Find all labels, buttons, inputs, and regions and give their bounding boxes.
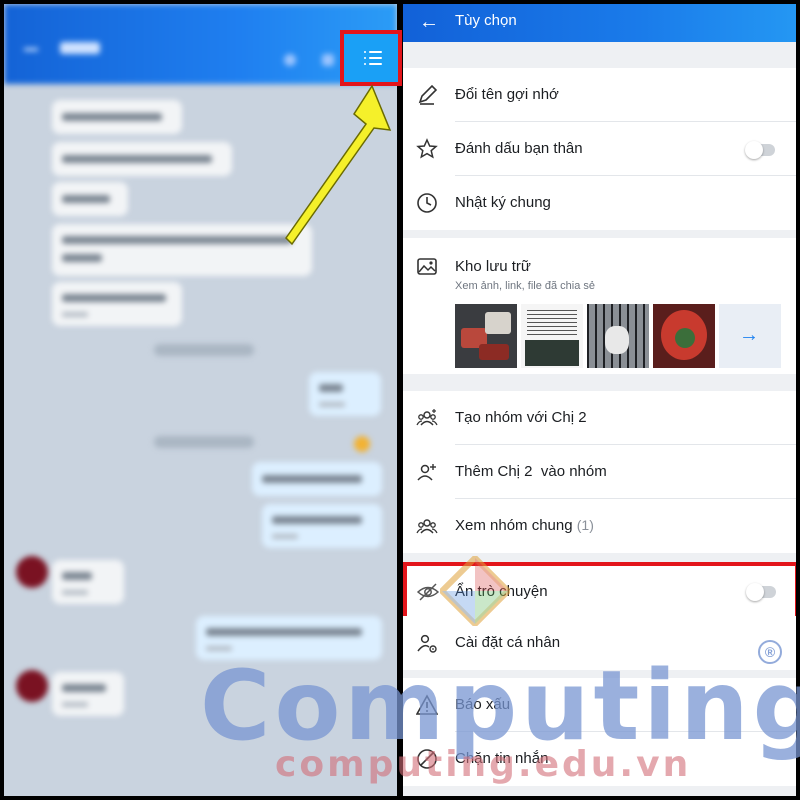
chat-header xyxy=(4,4,397,84)
menu-item-label: Nhật ký chung xyxy=(455,194,551,211)
message-bubble-sent xyxy=(262,504,382,548)
back-icon[interactable] xyxy=(24,48,38,51)
menu-item-shared-diary[interactable]: Nhật ký chung xyxy=(403,176,796,230)
mark-friend-toggle[interactable] xyxy=(745,141,775,159)
message-bubble-sent xyxy=(252,462,382,496)
watermark-url: computing.edu.vn xyxy=(275,744,692,785)
menu-item-label: Đổi tên gợi nhớ xyxy=(455,86,559,103)
thumbnail-image[interactable] xyxy=(587,304,649,368)
menu-item-rename[interactable]: Đổi tên gợi nhớ xyxy=(403,68,796,122)
clock-icon xyxy=(417,193,437,213)
thumbnail-image[interactable] xyxy=(521,304,583,368)
image-icon xyxy=(417,258,437,275)
date-separator xyxy=(154,344,254,356)
menu-item-label: Đánh dấu bạn thân xyxy=(455,140,583,157)
message-bubble xyxy=(52,672,124,716)
menu-list-icon xyxy=(364,51,382,65)
menu-item-label: Tạo nhóm với Chị 2 xyxy=(455,409,587,426)
menu-item-mark-friend[interactable]: Đánh dấu bạn thân xyxy=(403,122,796,176)
pencil-icon xyxy=(418,84,438,105)
menu-item-label: Thêm Chị 2 vào nhóm xyxy=(455,463,607,480)
storage-more-button[interactable]: → xyxy=(719,304,781,368)
message-bubble xyxy=(52,100,182,134)
star-icon xyxy=(416,138,438,159)
watermark-logo xyxy=(440,556,510,626)
back-arrow-icon[interactable]: ← xyxy=(419,10,439,34)
options-menu-button[interactable] xyxy=(340,30,402,86)
call-icon[interactable] xyxy=(284,54,296,66)
contact-name xyxy=(60,42,100,54)
options-header: ← Tùy chọn xyxy=(403,4,796,42)
menu-item-create-group[interactable]: Tạo nhóm với Chị 2 xyxy=(403,391,796,445)
message-bubble xyxy=(52,142,232,176)
video-icon[interactable] xyxy=(322,54,334,66)
watermark-registered: ® xyxy=(758,640,782,664)
eye-off-icon xyxy=(416,583,440,601)
group-icon xyxy=(416,519,438,534)
date-separator xyxy=(154,436,254,448)
storage-subtitle: Xem ảnh, link, file đã chia sẻ xyxy=(455,280,596,292)
group-add-icon xyxy=(416,409,438,426)
avatar xyxy=(16,670,48,702)
reaction-emoji xyxy=(354,436,370,452)
hide-chat-toggle[interactable] xyxy=(746,583,776,601)
page-title: Tùy chọn xyxy=(455,12,517,29)
message-bubble xyxy=(52,182,128,216)
storage-thumbnails: → xyxy=(455,304,787,368)
avatar xyxy=(16,556,48,588)
menu-item-add-to-group[interactable]: Thêm Chị 2 vào nhóm xyxy=(403,445,796,499)
message-bubble-sent xyxy=(309,372,381,416)
tutorial-screenshot: ← Tùy chọn Đổi tên gợi nhớ Đánh dấu bạn … xyxy=(0,0,800,800)
group-count: (1) xyxy=(576,517,594,533)
person-add-icon xyxy=(417,464,436,481)
menu-item-common-groups[interactable]: Xem nhóm chung (1) xyxy=(403,499,796,553)
message-bubble xyxy=(52,560,124,604)
menu-item-label: Cài đặt cá nhân xyxy=(455,634,561,651)
thumbnail-image[interactable] xyxy=(653,304,715,368)
menu-item-label: Xem nhóm chung (1) xyxy=(455,517,594,534)
message-bubble xyxy=(52,282,182,326)
message-bubble xyxy=(52,224,312,276)
storage-title: Kho lưu trữ xyxy=(455,258,531,275)
arrow-right-icon: → xyxy=(739,324,759,346)
thumbnail-image[interactable] xyxy=(455,304,517,368)
